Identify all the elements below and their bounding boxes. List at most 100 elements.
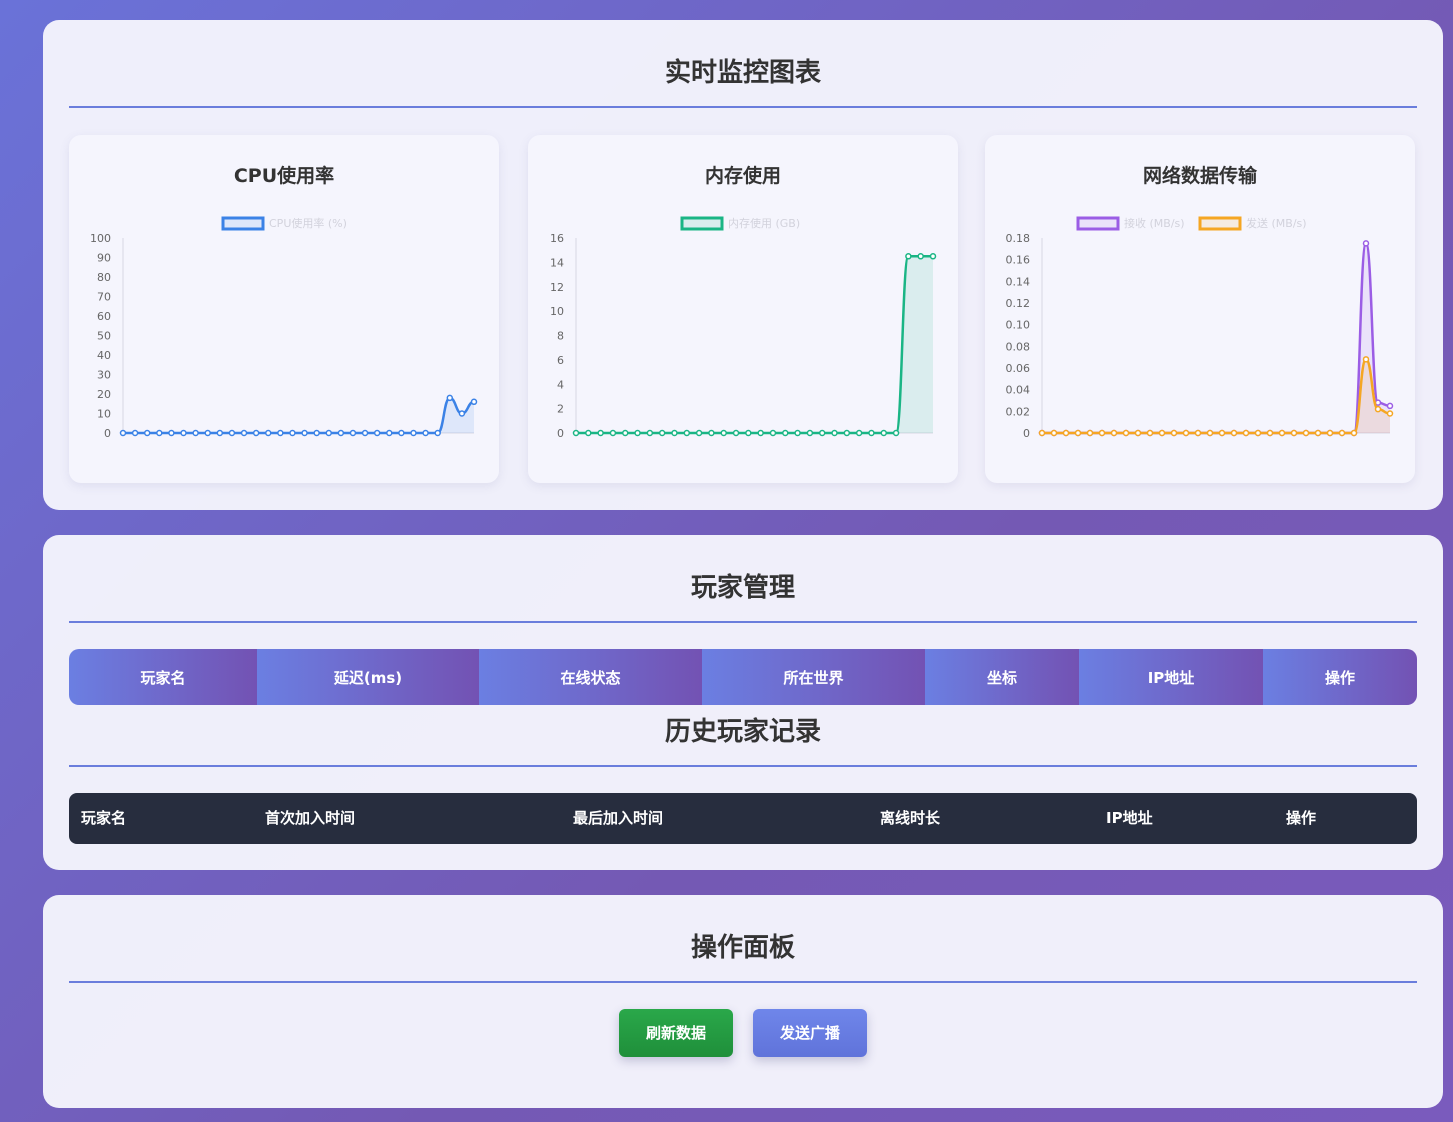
data-point[interactable] bbox=[1098, 429, 1106, 437]
data-point[interactable] bbox=[1386, 402, 1394, 410]
hcol-last-join[interactable]: 最后加入时间 bbox=[573, 793, 663, 844]
col-online-status[interactable]: 在线状态 bbox=[479, 649, 702, 705]
data-point[interactable] bbox=[769, 429, 777, 437]
data-point[interactable] bbox=[1290, 429, 1298, 437]
data-point[interactable] bbox=[1170, 429, 1178, 437]
data-point[interactable] bbox=[325, 429, 333, 437]
data-point[interactable] bbox=[720, 429, 727, 437]
data-point[interactable] bbox=[1278, 429, 1286, 437]
refresh-data-button[interactable]: 刷新数据 bbox=[619, 1009, 733, 1057]
data-point[interactable] bbox=[905, 253, 912, 260]
hcol-ip[interactable]: IP地址 bbox=[1106, 793, 1153, 844]
hcol-first-join[interactable]: 首次加入时间 bbox=[265, 793, 355, 844]
data-point[interactable] bbox=[1194, 429, 1202, 437]
hcol-actions[interactable]: 操作 bbox=[1286, 793, 1316, 844]
data-point[interactable] bbox=[1362, 356, 1370, 363]
data-point[interactable] bbox=[708, 429, 715, 437]
data-point[interactable] bbox=[410, 429, 417, 437]
data-point[interactable] bbox=[695, 429, 703, 437]
data-point[interactable] bbox=[782, 429, 789, 437]
data-point[interactable] bbox=[277, 429, 284, 437]
data-point[interactable] bbox=[609, 429, 617, 437]
data-point[interactable] bbox=[1050, 429, 1058, 437]
data-point[interactable] bbox=[143, 429, 151, 437]
data-point[interactable] bbox=[192, 429, 199, 437]
data-point[interactable] bbox=[1086, 429, 1094, 437]
data-point[interactable] bbox=[470, 398, 478, 406]
data-point[interactable] bbox=[892, 429, 900, 437]
legend-item[interactable]: 接收 (MB/s) bbox=[1076, 216, 1185, 231]
data-point[interactable] bbox=[671, 429, 678, 437]
data-point[interactable] bbox=[228, 429, 236, 437]
data-point[interactable] bbox=[180, 429, 187, 437]
data-point[interactable] bbox=[422, 429, 429, 437]
data-point[interactable] bbox=[434, 429, 441, 437]
data-point[interactable] bbox=[745, 429, 752, 437]
data-point[interactable] bbox=[446, 394, 454, 402]
data-point[interactable] bbox=[1146, 429, 1154, 437]
data-point[interactable] bbox=[1038, 429, 1046, 437]
col-actions[interactable]: 操作 bbox=[1263, 649, 1417, 705]
data-point[interactable] bbox=[732, 429, 740, 437]
data-point[interactable] bbox=[1326, 429, 1334, 437]
data-point[interactable] bbox=[1374, 405, 1382, 413]
data-point[interactable] bbox=[398, 429, 405, 437]
data-point[interactable] bbox=[216, 429, 224, 437]
data-point[interactable] bbox=[1302, 429, 1310, 437]
data-point[interactable] bbox=[240, 429, 248, 437]
data-point[interactable] bbox=[757, 429, 764, 437]
data-point[interactable] bbox=[597, 429, 604, 437]
data-point[interactable] bbox=[1122, 429, 1130, 437]
hcol-player-name[interactable]: 玩家名 bbox=[81, 793, 126, 844]
data-point[interactable] bbox=[646, 429, 654, 437]
data-point[interactable] bbox=[794, 429, 801, 437]
legend-item[interactable]: 发送 (MB/s) bbox=[1198, 216, 1307, 231]
data-point[interactable] bbox=[806, 429, 814, 437]
data-point[interactable] bbox=[1362, 240, 1370, 247]
data-point[interactable] bbox=[880, 429, 888, 437]
data-point[interactable] bbox=[349, 429, 357, 437]
data-point[interactable] bbox=[1242, 429, 1250, 437]
data-point[interactable] bbox=[264, 429, 272, 437]
data-point[interactable] bbox=[929, 253, 937, 260]
data-point[interactable] bbox=[156, 429, 163, 437]
data-point[interactable] bbox=[386, 429, 393, 437]
data-point[interactable] bbox=[361, 429, 369, 437]
data-point[interactable] bbox=[1254, 429, 1262, 437]
data-point[interactable] bbox=[621, 429, 629, 437]
data-point[interactable] bbox=[1218, 429, 1226, 437]
col-latency[interactable]: 延迟(ms) bbox=[257, 649, 479, 705]
data-point[interactable] bbox=[917, 253, 924, 260]
data-point[interactable] bbox=[1350, 429, 1358, 437]
data-point[interactable] bbox=[373, 429, 381, 437]
data-point[interactable] bbox=[313, 429, 320, 437]
hcol-offline-duration[interactable]: 离线时长 bbox=[880, 793, 940, 844]
data-point[interactable] bbox=[289, 429, 296, 437]
data-point[interactable] bbox=[1206, 429, 1214, 437]
data-point[interactable] bbox=[683, 429, 691, 437]
data-point[interactable] bbox=[119, 429, 127, 437]
data-point[interactable] bbox=[572, 429, 580, 437]
col-coordinates[interactable]: 坐标 bbox=[925, 649, 1079, 705]
data-point[interactable] bbox=[1182, 429, 1190, 437]
data-point[interactable] bbox=[1110, 429, 1118, 437]
legend-item[interactable]: 内存使用 (GB) bbox=[680, 216, 800, 231]
data-point[interactable] bbox=[252, 429, 260, 437]
data-point[interactable] bbox=[818, 429, 826, 437]
data-point[interactable] bbox=[337, 429, 345, 437]
col-player-name[interactable]: 玩家名 bbox=[69, 649, 257, 705]
data-point[interactable] bbox=[658, 429, 666, 437]
data-point[interactable] bbox=[168, 429, 175, 437]
data-point[interactable] bbox=[301, 429, 308, 437]
data-point[interactable] bbox=[855, 429, 863, 437]
data-point[interactable] bbox=[204, 429, 211, 437]
data-point[interactable] bbox=[1386, 410, 1394, 417]
send-broadcast-button[interactable]: 发送广播 bbox=[753, 1009, 867, 1057]
data-point[interactable] bbox=[458, 410, 466, 417]
col-world[interactable]: 所在世界 bbox=[702, 649, 925, 705]
data-point[interactable] bbox=[634, 429, 641, 437]
data-point[interactable] bbox=[843, 429, 851, 437]
data-point[interactable] bbox=[131, 429, 139, 437]
data-point[interactable] bbox=[585, 429, 592, 437]
data-point[interactable] bbox=[1266, 429, 1274, 437]
